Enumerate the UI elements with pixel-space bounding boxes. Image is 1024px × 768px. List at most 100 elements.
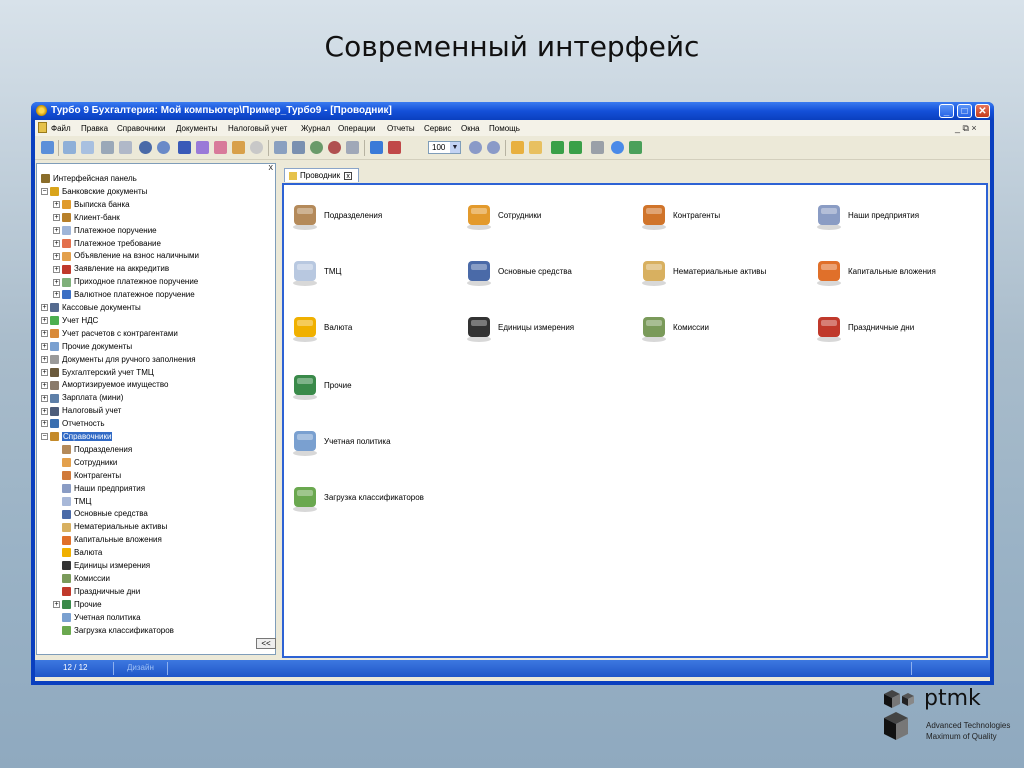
tree-node[interactable]: Основные средства xyxy=(53,508,148,520)
tree-node[interactable]: Комиссии xyxy=(53,573,110,585)
tree-node[interactable]: + Учет НДС xyxy=(41,315,98,327)
expand-icon[interactable]: + xyxy=(41,381,48,389)
menu-reports[interactable]: Отчеты xyxy=(387,124,415,133)
print-icon[interactable] xyxy=(274,141,287,154)
menu-help[interactable]: Помощь xyxy=(489,124,520,133)
mode-label[interactable]: Дизайн xyxy=(127,663,154,672)
note-icon[interactable] xyxy=(529,141,542,154)
expand-icon[interactable]: + xyxy=(41,420,48,428)
open-icon[interactable] xyxy=(63,141,76,154)
preview-icon[interactable] xyxy=(292,141,305,154)
tree-node[interactable]: − Справочники xyxy=(41,431,113,443)
home-icon[interactable] xyxy=(41,141,54,154)
tree-node[interactable]: + Прочие документы xyxy=(41,341,132,353)
tab-explorer[interactable]: Проводник x xyxy=(284,168,359,182)
tree-node[interactable]: Учетная политика xyxy=(53,612,141,624)
cancel-icon[interactable] xyxy=(328,141,341,154)
export-icon[interactable] xyxy=(346,141,359,154)
exit-icon[interactable] xyxy=(629,141,642,154)
tree-node[interactable]: − Банковские документы xyxy=(41,186,147,198)
expand-icon[interactable]: + xyxy=(41,394,48,402)
collapse-icon[interactable]: − xyxy=(41,433,48,441)
chevron-down-icon[interactable]: ▼ xyxy=(450,142,460,153)
tree-node[interactable]: + Налоговый учет xyxy=(41,405,121,417)
expand-icon[interactable]: + xyxy=(53,252,60,260)
tree-node[interactable]: + Выписка банка xyxy=(53,199,130,211)
collapse-icon[interactable]: − xyxy=(41,188,48,196)
menu-file[interactable]: Файл xyxy=(51,124,71,133)
menu-operations[interactable]: Операции xyxy=(338,124,375,133)
close-button[interactable]: ✕ xyxy=(975,104,990,118)
check-icon[interactable] xyxy=(196,141,209,154)
tree-node[interactable]: Валюта xyxy=(53,547,102,559)
search-icon[interactable] xyxy=(139,141,152,154)
tree-node[interactable]: + Документы для ручного заполнения xyxy=(41,354,196,366)
arrow-left-icon[interactable] xyxy=(551,141,564,154)
tree-panel-close-icon[interactable]: x xyxy=(269,162,274,172)
expand-icon[interactable]: + xyxy=(53,601,60,609)
expand-icon[interactable]: + xyxy=(41,304,48,312)
tree-node[interactable]: Капитальные вложения xyxy=(53,534,162,546)
expand-icon[interactable]: + xyxy=(53,278,60,286)
arrow-right-icon[interactable] xyxy=(569,141,582,154)
paste-icon[interactable] xyxy=(119,141,132,154)
menu-documents[interactable]: Документы xyxy=(176,124,217,133)
menu-windows[interactable]: Окна xyxy=(461,124,480,133)
tree-node[interactable]: + Прочие xyxy=(53,599,102,611)
cut-icon[interactable] xyxy=(101,141,114,154)
tree-node[interactable]: + Зарплата (мини) xyxy=(41,392,123,404)
tree-node[interactable]: + Бухгалтерский учет ТМЦ xyxy=(41,367,154,379)
tree-node[interactable]: + Учет расчетов с контрагентами xyxy=(41,328,178,340)
tree-node[interactable]: + Заявление на аккредитив xyxy=(53,263,169,275)
expand-icon[interactable]: + xyxy=(41,368,48,376)
tree-node[interactable]: + Клиент-банк xyxy=(53,212,120,224)
mdi-controls[interactable]: _ ⧉ × xyxy=(955,123,977,134)
expand-icon[interactable]: + xyxy=(41,407,48,415)
tree-node[interactable]: Контрагенты xyxy=(53,470,121,482)
expand-icon[interactable]: + xyxy=(53,291,60,299)
calculator-icon[interactable] xyxy=(591,141,604,154)
tree-node[interactable]: Нематериальные активы xyxy=(53,521,167,533)
tree-node[interactable]: Подразделения xyxy=(53,444,132,456)
tree-node[interactable]: Праздничные дни xyxy=(53,586,140,598)
tree-node[interactable]: Сотрудники xyxy=(53,457,117,469)
menu-tax[interactable]: Налоговый учет xyxy=(228,124,287,133)
expand-icon[interactable]: + xyxy=(53,239,60,247)
tree-node[interactable]: ТМЦ xyxy=(53,496,91,508)
forward-icon[interactable] xyxy=(487,141,500,154)
menu-edit[interactable]: Правка xyxy=(81,124,108,133)
title-bar[interactable]: Турбо 9 Бухгалтерия: Мой компьютер\Приме… xyxy=(31,102,994,120)
tree-node[interactable]: + Приходное платежное поручение xyxy=(53,276,198,288)
expand-icon[interactable]: + xyxy=(41,317,48,325)
expand-icon[interactable]: + xyxy=(53,265,60,273)
tree-node[interactable]: Интерфейсная панель xyxy=(41,173,137,185)
help-icon[interactable] xyxy=(611,141,624,154)
expand-icon[interactable]: + xyxy=(41,343,48,351)
folder-icon[interactable] xyxy=(511,141,524,154)
tree-node[interactable]: + Амортизируемое имущество xyxy=(41,379,168,391)
tree-node[interactable]: + Валютное платежное поручение xyxy=(53,289,195,301)
table-icon[interactable] xyxy=(370,141,383,154)
tree-node[interactable]: + Кассовые документы xyxy=(41,302,141,314)
expand-icon[interactable]: + xyxy=(41,330,48,338)
ok-icon[interactable] xyxy=(310,141,323,154)
tree-node[interactable]: Загрузка классификаторов xyxy=(53,625,174,637)
refresh-icon[interactable] xyxy=(250,141,263,154)
menu-references[interactable]: Справочники xyxy=(117,124,165,133)
tree-node[interactable]: Наши предприятия xyxy=(53,483,145,495)
uncheck-icon[interactable] xyxy=(214,141,227,154)
maximize-button[interactable]: □ xyxy=(957,104,972,118)
back-icon[interactable] xyxy=(469,141,482,154)
expand-icon[interactable]: + xyxy=(53,201,60,209)
tab-close-icon[interactable]: x xyxy=(344,171,353,180)
tree-node[interactable]: + Объявление на взнос наличными xyxy=(53,250,199,262)
minimize-button[interactable]: _ xyxy=(939,104,954,118)
zoom-select[interactable]: 100 ▼ xyxy=(428,141,461,154)
menu-service[interactable]: Сервис xyxy=(424,124,451,133)
expand-icon[interactable]: + xyxy=(41,355,48,363)
collapse-panel-button[interactable]: << xyxy=(256,638,276,649)
copy-icon[interactable] xyxy=(81,141,94,154)
tree-node[interactable]: + Отчетность xyxy=(41,418,105,430)
tree-node[interactable]: + Платежное требование xyxy=(53,238,161,250)
search-next-icon[interactable] xyxy=(157,141,170,154)
